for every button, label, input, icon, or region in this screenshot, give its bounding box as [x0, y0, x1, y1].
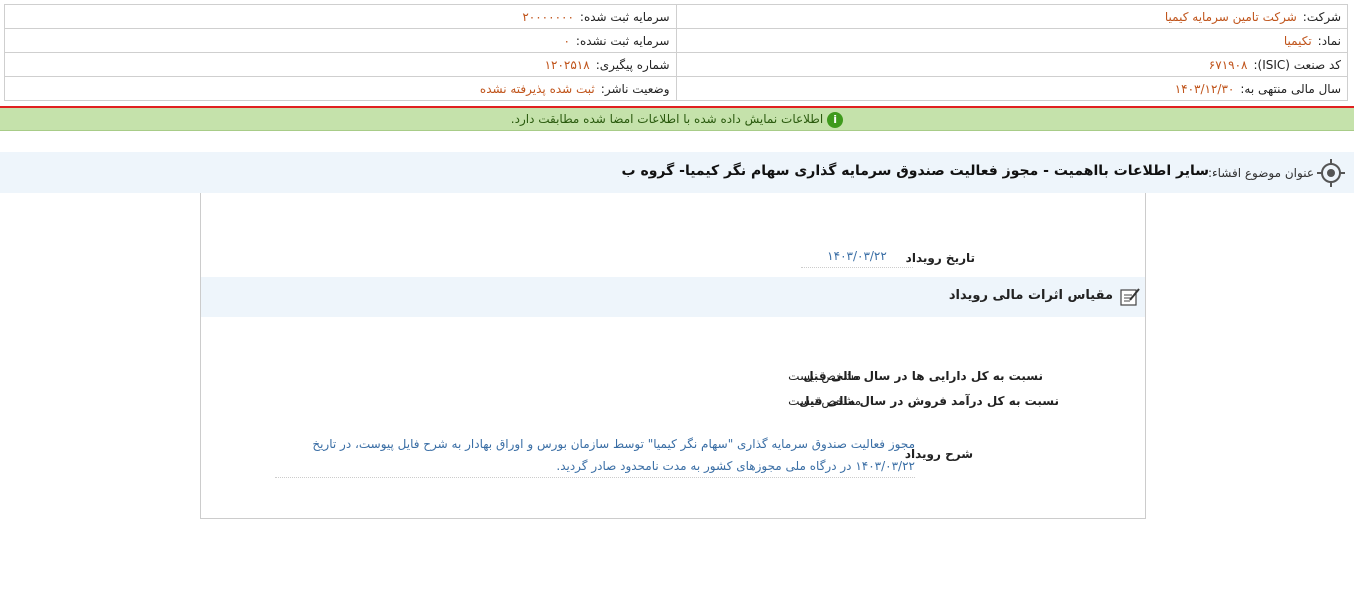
fiscal-value: ۱۴۰۳/۱۲/۳۰ — [1174, 81, 1235, 96]
fiscal-label: سال مالی منتهی به: — [1240, 81, 1341, 96]
event-description-text: مجوز فعالیت صندوق سرمایه گذاری "سهام نگر… — [275, 433, 915, 478]
tracking-label: شماره پیگیری: — [595, 57, 670, 72]
reg-capital-label: سرمایه ثبت شده: — [579, 9, 670, 24]
publisher-status-label: وضعیت ناشر: — [600, 81, 670, 96]
tracking-value: ۱۲۰۲۵۱۸ — [544, 57, 590, 72]
subject-bar: عنوان موضوع افشاء: سایر اطلاعات بااهمیت … — [0, 152, 1354, 193]
unreg-capital-value: ۰ — [563, 33, 570, 48]
company-info-table: شرکت: شرکت تامین سرمایه کیمیا سرمایه ثبت … — [4, 4, 1348, 101]
tracking-cell: شماره پیگیری: ۱۲۰۲۵۱۸ — [4, 52, 677, 77]
event-description-label: شرح رویداد — [904, 447, 973, 461]
section-title: مقیاس اثرات مالی رویداد — [948, 288, 1113, 303]
company-value[interactable]: شرکت تامین سرمایه کیمیا — [1165, 10, 1297, 24]
company-label: شرکت: — [1302, 9, 1341, 24]
event-date-value: ۱۴۰۳/۰۳/۲۲ — [801, 249, 913, 268]
event-panel: تاریخ رویداد ۱۴۰۳/۰۳/۲۲ مقیاس اثرات مالی… — [200, 193, 1146, 519]
subject-title: سایر اطلاعات بااهمیت - مجوز فعالیت صندوق… — [621, 163, 1209, 179]
publisher-status-cell: وضعیت ناشر: ثبت شده پذیرفته نشده — [4, 76, 677, 101]
financial-impact-section: مقیاس اثرات مالی رویداد — [201, 277, 1145, 317]
reg-capital-cell: سرمایه ثبت شده: ۲۰۰۰۰۰۰۰ — [4, 4, 677, 29]
signature-notice: iاطلاعات نمایش داده شده با اطلاعات امضا … — [0, 108, 1354, 131]
info-icon: i — [827, 111, 844, 128]
unreg-capital-label: سرمایه ثبت نشده: — [575, 33, 670, 48]
notice-text: اطلاعات نمایش داده شده با اطلاعات امضا ش… — [510, 112, 824, 126]
publisher-status-value: ثبت شده پذیرفته نشده — [479, 81, 595, 96]
unreg-capital-cell: سرمایه ثبت نشده: ۰ — [4, 28, 677, 53]
symbol-cell: نماد: تکیمیا — [675, 28, 1348, 53]
symbol-label: نماد: — [1317, 33, 1341, 48]
target-icon — [1317, 159, 1345, 187]
reg-capital-value: ۲۰۰۰۰۰۰۰ — [522, 9, 574, 24]
event-date-label: تاریخ رویداد — [905, 251, 975, 265]
isic-label: کد صنعت (ISIC): — [1253, 57, 1341, 72]
fiscal-cell: سال مالی منتهی به: ۱۴۰۳/۱۲/۳۰ — [675, 76, 1348, 101]
ratio-assets-value: مشخص نیست — [788, 369, 861, 383]
isic-value: ۶۷۱۹۰۸ — [1208, 57, 1248, 72]
symbol-value[interactable]: تکیمیا — [1284, 34, 1312, 48]
isic-cell: کد صنعت (ISIC): ۶۷۱۹۰۸ — [675, 52, 1348, 77]
edit-note-icon — [1120, 288, 1140, 306]
company-cell: شرکت: شرکت تامین سرمایه کیمیا — [675, 4, 1348, 29]
ratio-revenue-value: مشخص نیست — [788, 394, 861, 408]
subject-label: عنوان موضوع افشاء: — [1207, 166, 1314, 180]
